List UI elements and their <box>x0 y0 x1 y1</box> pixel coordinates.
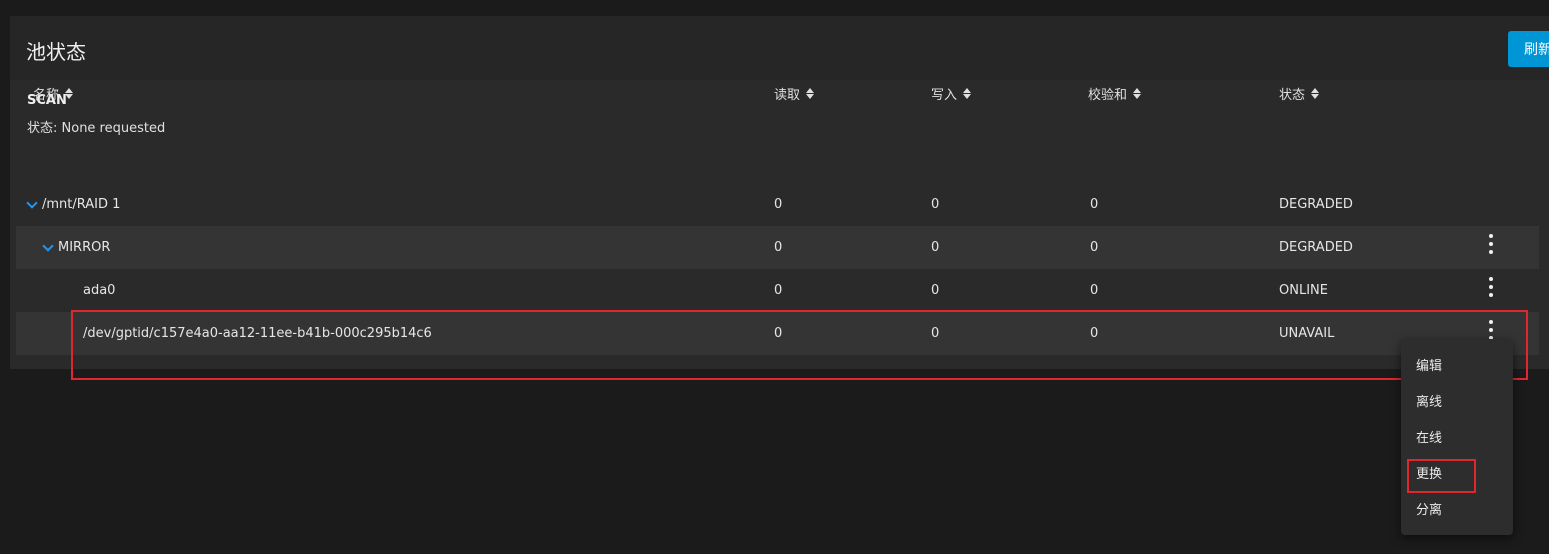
status-cell: DEGRADED <box>1279 240 1353 255</box>
menu-item-online[interactable]: 在线 <box>1401 418 1513 454</box>
column-label: 读取 <box>774 87 801 103</box>
menu-item-offline[interactable]: 离线 <box>1401 382 1513 418</box>
page-title: 池状态 <box>26 40 86 64</box>
column-header-checksum[interactable]: 校验和 <box>1088 78 1142 108</box>
refresh-button[interactable]: 刷新 <box>1508 31 1549 67</box>
name-cell: MIRROR <box>42 226 111 269</box>
checksum-cell: 0 <box>1090 283 1099 298</box>
menu-item-detach[interactable]: 分离 <box>1401 490 1513 526</box>
chevron-down-icon[interactable] <box>42 239 54 252</box>
column-label: 名称 <box>33 87 60 103</box>
table-row-pool[interactable]: /mnt/RAID 1 0 0 0 DEGRADED <box>16 183 1539 226</box>
column-header-read[interactable]: 读取 <box>774 78 815 108</box>
write-cell: 0 <box>931 283 940 298</box>
read-cell: 0 <box>774 326 783 341</box>
row-name: MIRROR <box>58 240 111 255</box>
table-row-disk[interactable]: ada0 0 0 0 ONLINE <box>16 269 1539 312</box>
row-name: /mnt/RAID 1 <box>42 197 121 212</box>
checksum-cell: 0 <box>1090 326 1099 341</box>
checksum-cell: 0 <box>1090 197 1099 212</box>
sort-icon <box>1311 87 1320 99</box>
read-cell: 0 <box>774 240 783 255</box>
table-row-disk[interactable]: /dev/gptid/c157e4a0-aa12-11ee-b41b-000c2… <box>16 312 1539 355</box>
sort-icon <box>65 87 74 99</box>
column-header-name[interactable]: 名称 <box>33 78 74 108</box>
more-vert-icon[interactable] <box>1486 320 1496 340</box>
read-cell: 0 <box>774 283 783 298</box>
checksum-cell: 0 <box>1090 240 1099 255</box>
write-cell: 0 <box>931 326 940 341</box>
column-header-status[interactable]: 状态 <box>1279 78 1320 108</box>
card-header: 池状态 刷新 <box>10 16 1549 80</box>
status-cell: UNAVAIL <box>1279 326 1335 341</box>
column-label: 写入 <box>931 87 958 103</box>
status-cell: ONLINE <box>1279 283 1328 298</box>
sort-icon <box>806 87 815 99</box>
menu-item-replace[interactable]: 更换 <box>1401 454 1513 490</box>
sort-icon <box>963 87 972 99</box>
more-vert-icon[interactable] <box>1486 234 1496 254</box>
write-cell: 0 <box>931 197 940 212</box>
context-menu: 编辑 离线 在线 更换 分离 <box>1401 339 1513 535</box>
column-label: 校验和 <box>1088 87 1128 103</box>
table-row-mirror[interactable]: MIRROR 0 0 0 DEGRADED <box>16 226 1539 269</box>
column-label: 状态 <box>1279 87 1306 103</box>
name-cell: /mnt/RAID 1 <box>26 183 121 226</box>
write-cell: 0 <box>931 240 940 255</box>
more-vert-icon[interactable] <box>1486 277 1496 297</box>
column-header-write[interactable]: 写入 <box>931 78 972 108</box>
status-cell: DEGRADED <box>1279 197 1353 212</box>
name-cell: /dev/gptid/c157e4a0-aa12-11ee-b41b-000c2… <box>83 326 432 341</box>
name-cell: ada0 <box>83 283 116 298</box>
chevron-down-icon[interactable] <box>26 196 38 209</box>
sort-icon <box>1133 87 1142 99</box>
read-cell: 0 <box>774 197 783 212</box>
table-header: 名称 读取 写入 校验和 状态 <box>16 78 1539 108</box>
scan-status: 状态: None requested <box>27 121 166 136</box>
menu-item-edit[interactable]: 编辑 <box>1401 346 1513 382</box>
